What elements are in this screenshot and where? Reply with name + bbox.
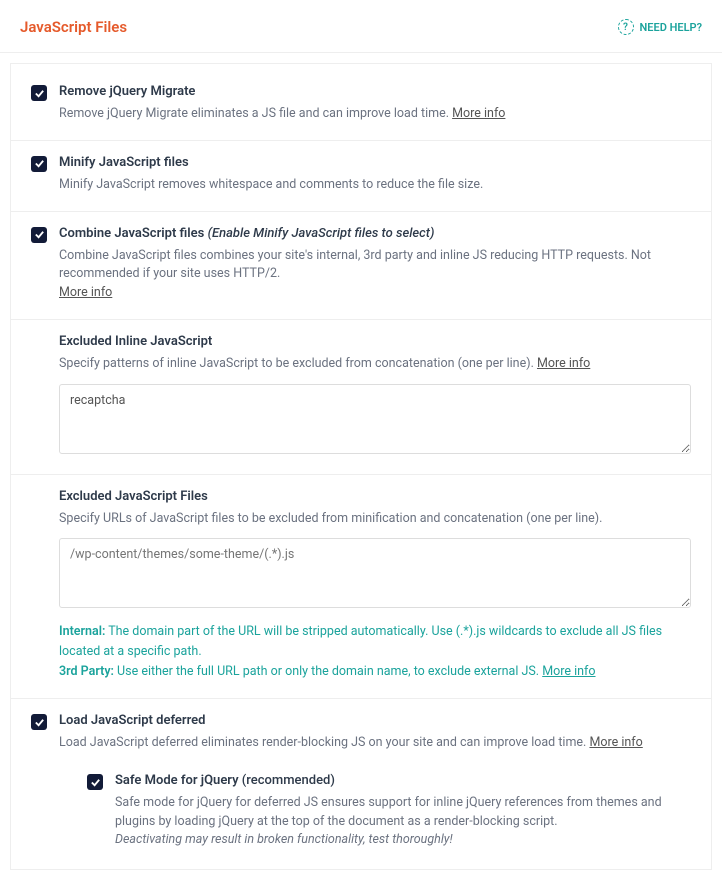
combine-js-checkbox[interactable]: [31, 227, 47, 243]
help-label: NEED HELP?: [640, 21, 703, 34]
defer-js-label: Load JavaScript deferred: [59, 713, 691, 728]
excluded-inline-heading: Excluded Inline JavaScript: [59, 334, 691, 349]
defer-js-checkbox[interactable]: [31, 714, 47, 730]
recommended-tag: (recommended): [242, 773, 335, 788]
remove-jquery-migrate-desc: Remove jQuery Migrate eliminates a JS fi…: [59, 105, 691, 124]
checkmark-icon: [34, 717, 45, 728]
combine-js-note: (Enable Minify JavaScript files to selec…: [208, 226, 435, 241]
minify-js-checkbox[interactable]: [31, 156, 47, 172]
more-info-link[interactable]: More info: [59, 285, 112, 300]
remove-jquery-migrate-checkbox[interactable]: [31, 85, 47, 101]
defer-js-desc: Load JavaScript deferred eliminates rend…: [59, 734, 691, 753]
checkmark-icon: [34, 229, 45, 240]
checkmark-icon: [34, 158, 45, 169]
safe-mode-warning: Deactivating may result in broken functi…: [115, 832, 691, 847]
excluded-inline-desc: Specify patterns of inline JavaScript to…: [59, 355, 691, 374]
safe-mode-checkbox[interactable]: [87, 774, 103, 790]
help-icon: ?: [618, 19, 634, 35]
excluded-files-textarea[interactable]: [59, 538, 691, 608]
more-info-link[interactable]: More info: [452, 106, 505, 121]
more-info-link[interactable]: More info: [537, 356, 590, 371]
checkmark-icon: [34, 88, 45, 99]
combine-js-desc: Combine JavaScript files combines your s…: [59, 247, 691, 303]
minify-js-label: Minify JavaScript files: [59, 155, 691, 170]
remove-jquery-migrate-label: Remove jQuery Migrate: [59, 84, 691, 99]
excluded-files-heading: Excluded JavaScript Files: [59, 489, 691, 504]
safe-mode-desc: Safe mode for jQuery for deferred JS ens…: [115, 794, 691, 832]
minify-js-desc: Minify JavaScript removes whitespace and…: [59, 176, 691, 195]
checkmark-icon: [90, 777, 101, 788]
excluded-files-hint: Internal: The domain part of the URL wil…: [59, 622, 691, 682]
need-help-link[interactable]: ? NEED HELP?: [618, 19, 703, 35]
excluded-inline-textarea[interactable]: [59, 384, 691, 454]
excluded-files-desc: Specify URLs of JavaScript files to be e…: [59, 510, 691, 529]
more-info-link[interactable]: More info: [542, 664, 595, 679]
more-info-link[interactable]: More info: [589, 735, 642, 750]
page-title: JavaScript Files: [20, 18, 127, 36]
safe-mode-label: Safe Mode for jQuery (recommended): [115, 773, 691, 788]
combine-js-label: Combine JavaScript files (Enable Minify …: [59, 226, 691, 241]
